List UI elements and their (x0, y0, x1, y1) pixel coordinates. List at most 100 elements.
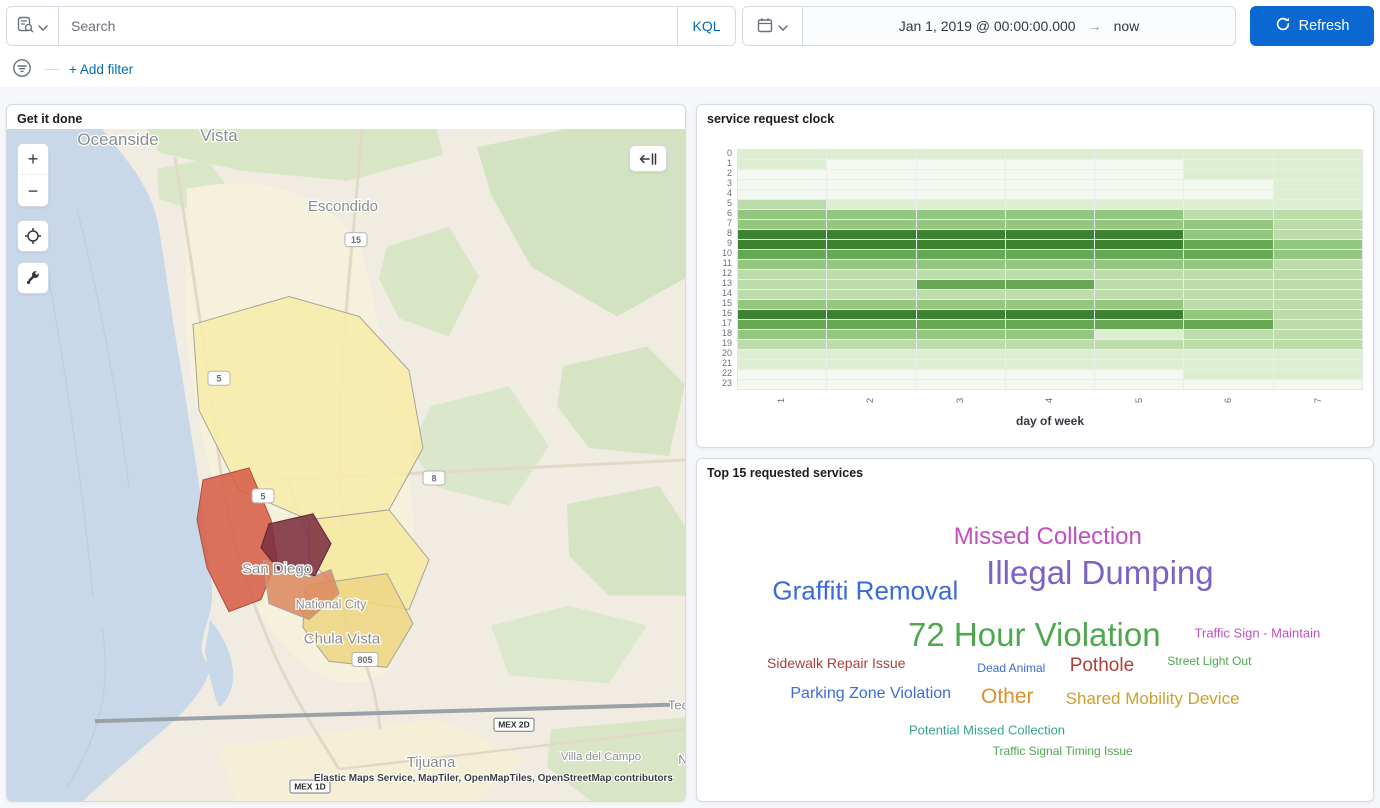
heatmap-cell[interactable] (1184, 180, 1272, 189)
heatmap-cell[interactable] (917, 230, 1005, 239)
heatmap-cell[interactable] (1274, 170, 1362, 179)
heatmap-cell[interactable] (1184, 280, 1272, 289)
tag-word[interactable]: Shared Mobility Device (1066, 689, 1240, 709)
add-filter-link[interactable]: + Add filter (69, 62, 133, 77)
heatmap-cell[interactable] (1274, 310, 1362, 319)
heatmap-cell[interactable] (827, 350, 915, 359)
heatmap-cell[interactable] (827, 370, 915, 379)
heatmap-cell[interactable] (827, 170, 915, 179)
heatmap-cell[interactable] (1095, 180, 1183, 189)
tag-word[interactable]: Traffic Sign - Maintain (1195, 626, 1321, 641)
heatmap-cell[interactable] (1274, 190, 1362, 199)
heatmap-cell[interactable] (1274, 260, 1362, 269)
heatmap-cell[interactable] (1274, 210, 1362, 219)
heatmap-cell[interactable] (827, 200, 915, 209)
heatmap-cell[interactable] (1274, 280, 1362, 289)
heatmap-cell[interactable] (917, 350, 1005, 359)
heatmap-cell[interactable] (1184, 160, 1272, 169)
saved-query-menu-button[interactable] (7, 7, 59, 45)
heatmap-cell[interactable] (738, 190, 826, 199)
heatmap-cell[interactable] (1095, 360, 1183, 369)
heatmap-cell[interactable] (917, 220, 1005, 229)
heatmap-cell[interactable] (1006, 360, 1094, 369)
heatmap-cell[interactable] (1095, 300, 1183, 309)
heatmap-cell[interactable] (1095, 240, 1183, 249)
heatmap-cell[interactable] (917, 290, 1005, 299)
heatmap-cell[interactable] (738, 350, 826, 359)
heatmap-cell[interactable] (917, 240, 1005, 249)
heatmap-cell[interactable] (1274, 290, 1362, 299)
date-range-start[interactable]: Jan 1, 2019 @ 00:00:00.000 (899, 18, 1076, 34)
heatmap-cell[interactable] (917, 160, 1005, 169)
heatmap-cell[interactable] (917, 330, 1005, 339)
tag-word[interactable]: Traffic Signal Timing Issue (993, 744, 1133, 758)
heatmap-cell[interactable] (917, 150, 1005, 159)
heatmap-cell[interactable] (917, 370, 1005, 379)
heatmap-cell[interactable] (917, 180, 1005, 189)
heatmap-cell[interactable] (1095, 310, 1183, 319)
filter-options-button[interactable] (9, 56, 35, 82)
heatmap-cell[interactable] (827, 180, 915, 189)
heatmap-cell[interactable] (1184, 330, 1272, 339)
heatmap-cell[interactable] (1006, 190, 1094, 199)
heatmap-cell[interactable] (827, 250, 915, 259)
heatmap-cell[interactable] (738, 210, 826, 219)
heatmap-cell[interactable] (738, 300, 826, 309)
heatmap-cell[interactable] (738, 160, 826, 169)
heatmap-cell[interactable] (917, 280, 1005, 289)
heatmap-cell[interactable] (827, 160, 915, 169)
tag-word[interactable]: Potential Missed Collection (909, 723, 1065, 738)
heatmap-cell[interactable] (738, 360, 826, 369)
tag-word[interactable]: Street Light Out (1167, 654, 1251, 668)
heatmap-cell[interactable] (827, 230, 915, 239)
heatmap-cell[interactable] (917, 320, 1005, 329)
heatmap-cell[interactable] (1095, 170, 1183, 179)
heatmap-cell[interactable] (917, 250, 1005, 259)
heatmap-cell[interactable] (1184, 230, 1272, 239)
heatmap-cell[interactable] (738, 290, 826, 299)
heatmap-cell[interactable] (1184, 320, 1272, 329)
heatmap-cell[interactable] (1184, 310, 1272, 319)
heatmap-cell[interactable] (1006, 330, 1094, 339)
heatmap-cell[interactable] (827, 290, 915, 299)
heatmap-cell[interactable] (1274, 330, 1362, 339)
heatmap-cell[interactable] (917, 200, 1005, 209)
map-zoom-in-button[interactable]: + (18, 144, 48, 175)
heatmap-cell[interactable] (1006, 200, 1094, 209)
heatmap-cell[interactable] (827, 360, 915, 369)
heatmap-cell[interactable] (827, 320, 915, 329)
heatmap-cell[interactable] (1006, 380, 1094, 389)
heatmap-cell[interactable] (1095, 340, 1183, 349)
heatmap-cell[interactable] (917, 170, 1005, 179)
heatmap-cell[interactable] (1184, 190, 1272, 199)
map-locate-button[interactable] (17, 220, 49, 252)
heatmap-cell[interactable] (827, 260, 915, 269)
tag-word[interactable]: Other (981, 685, 1034, 709)
heatmap-cell[interactable] (827, 150, 915, 159)
heatmap-cell[interactable] (1095, 200, 1183, 209)
date-range-display[interactable]: Jan 1, 2019 @ 00:00:00.000 → now (803, 7, 1235, 45)
heatmap-cell[interactable] (738, 310, 826, 319)
heatmap-cell[interactable] (1006, 370, 1094, 379)
heatmap-cell[interactable] (917, 340, 1005, 349)
heatmap-cell[interactable] (1095, 320, 1183, 329)
heatmap-cell[interactable] (1006, 260, 1094, 269)
heatmap-cell[interactable] (1006, 180, 1094, 189)
heatmap-cell[interactable] (1274, 160, 1362, 169)
heatmap-cell[interactable] (1184, 370, 1272, 379)
heatmap-cell[interactable] (1274, 200, 1362, 209)
heatmap-cell[interactable] (827, 380, 915, 389)
heatmap-cell[interactable] (738, 330, 826, 339)
heatmap-cell[interactable] (1274, 180, 1362, 189)
heatmap-cell[interactable] (1184, 150, 1272, 159)
heatmap-cell[interactable] (1095, 280, 1183, 289)
heatmap-cell[interactable] (1274, 220, 1362, 229)
tag-word[interactable]: Graffiti Removal (772, 575, 958, 606)
heatmap-cell[interactable] (1274, 150, 1362, 159)
heatmap-cell[interactable] (1006, 210, 1094, 219)
heatmap-cell[interactable] (1095, 250, 1183, 259)
heatmap-cell[interactable] (917, 270, 1005, 279)
heatmap-cell[interactable] (917, 300, 1005, 309)
heatmap-cell[interactable] (738, 270, 826, 279)
heatmap-cell[interactable] (1274, 380, 1362, 389)
